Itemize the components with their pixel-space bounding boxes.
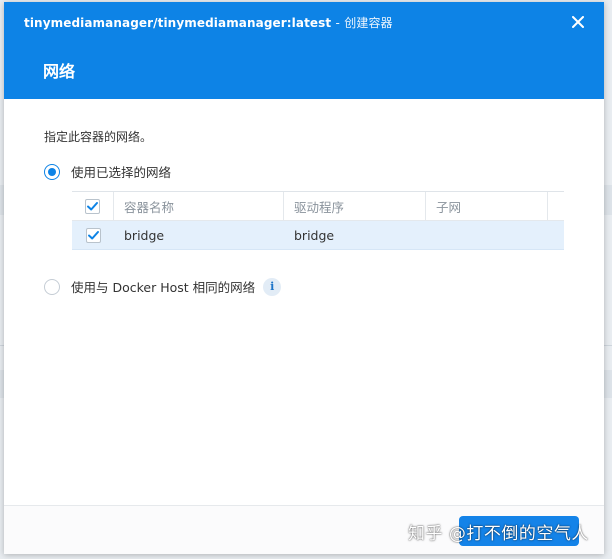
row-checkbox[interactable] — [85, 227, 101, 243]
table-header-row: 容器名称 驱动程序 子网 — [72, 192, 564, 221]
dialog-title: tinymediamanager/tinymediamanager:latest… — [24, 14, 393, 31]
close-icon — [572, 16, 584, 28]
column-header-filler — [548, 192, 564, 220]
section-heading: 网络 — [43, 62, 76, 81]
row-check-cell[interactable] — [72, 221, 114, 249]
app-title: tinymediamanager/tinymediamanager:latest — [24, 16, 332, 30]
info-icon[interactable]: i — [263, 277, 282, 296]
checkmark-icon — [87, 230, 99, 239]
network-description: 指定此容器的网络。 — [44, 130, 153, 144]
title-separator: - — [335, 16, 340, 30]
radio-button-unchecked[interactable] — [44, 278, 60, 295]
select-all-cell[interactable] — [72, 192, 114, 220]
cell-subnet — [426, 221, 548, 249]
table-row[interactable]: bridge bridge — [72, 221, 564, 250]
title-subtitle: 创建容器 — [344, 16, 393, 30]
cell-driver: bridge — [294, 227, 335, 243]
cell-filler — [548, 221, 564, 249]
column-header-driver[interactable]: 驱动程序 — [284, 192, 426, 220]
close-button[interactable] — [566, 10, 590, 34]
radio-button-checked[interactable] — [44, 163, 60, 180]
watermark: 知乎 @打不倒的空气人 — [408, 524, 589, 544]
radio-label: 使用与 Docker Host 相同的网络 — [71, 280, 256, 295]
radio-selected-network[interactable]: 使用已选择的网络 — [44, 162, 171, 181]
create-container-dialog: tinymediamanager/tinymediamanager:latest… — [4, 2, 604, 554]
checkmark-icon — [87, 201, 98, 210]
select-all-checkbox[interactable] — [85, 198, 100, 214]
column-header-name[interactable]: 容器名称 — [114, 192, 284, 220]
column-header-subnet[interactable]: 子网 — [426, 192, 548, 220]
radio-host-network[interactable]: 使用与 Docker Host 相同的网络 i — [44, 277, 282, 296]
network-table: 容器名称 驱动程序 子网 bridge bridge — [72, 191, 564, 250]
cell-container-name: bridge — [124, 227, 165, 243]
radio-label: 使用已选择的网络 — [71, 165, 172, 180]
dialog-header: tinymediamanager/tinymediamanager:latest… — [4, 2, 604, 99]
